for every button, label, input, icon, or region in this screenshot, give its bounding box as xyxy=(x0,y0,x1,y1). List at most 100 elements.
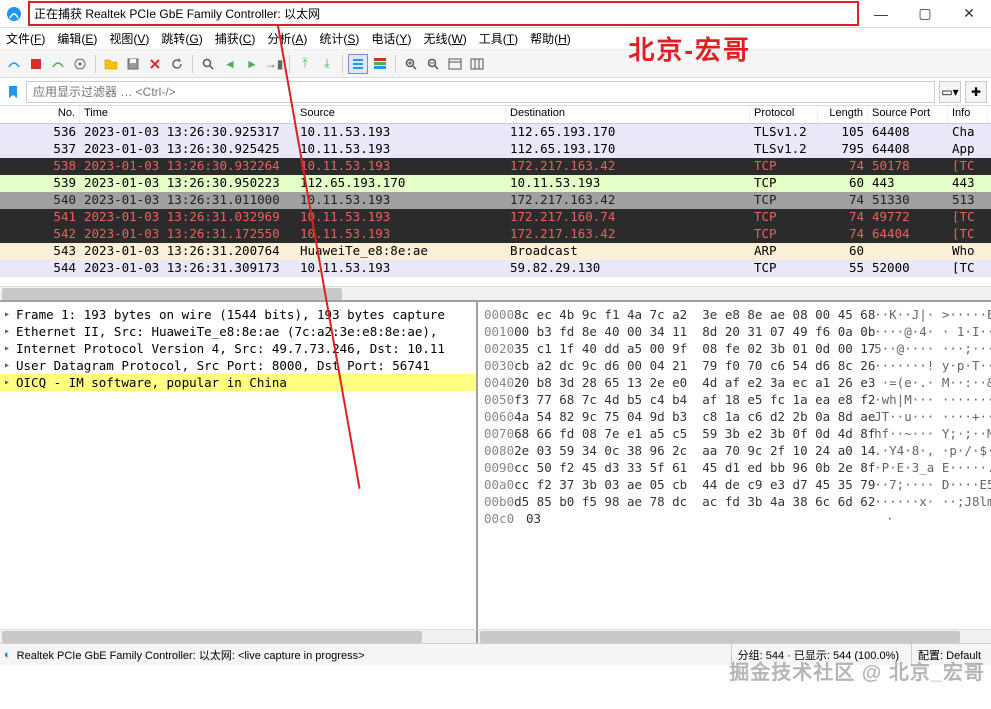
last-packet-icon[interactable]: ⤓ xyxy=(317,54,337,74)
hex-row[interactable]: 007068 66 fd 08 7e e1 a5 c5 59 3b e2 3b … xyxy=(484,425,985,442)
separator xyxy=(95,55,96,73)
packet-row[interactable]: 5392023-01-03 13:26:30.950223112.65.193.… xyxy=(0,175,991,192)
expand-icon[interactable]: ▸ xyxy=(4,343,16,354)
stop-capture-icon[interactable] xyxy=(26,54,46,74)
toolbar: ◄ ► →▮ ⤒ ⤓ xyxy=(0,50,991,78)
col-header-protocol[interactable]: Protocol xyxy=(750,106,818,123)
next-icon[interactable]: ► xyxy=(242,54,262,74)
menu-item[interactable]: 跳转(G) xyxy=(161,30,202,47)
minimize-button[interactable]: — xyxy=(859,0,903,28)
packet-bytes-pane[interactable]: 00008c ec 4b 9c f1 4a 7c a2 3e e8 8e ae … xyxy=(478,302,991,629)
expand-icon[interactable]: ▸ xyxy=(4,377,16,388)
menu-item[interactable]: 工具(T) xyxy=(479,30,518,47)
packet-row[interactable]: 5442023-01-03 13:26:31.30917310.11.53.19… xyxy=(0,260,991,277)
hex-row[interactable]: 00c003· xyxy=(484,510,985,527)
expand-icon[interactable]: ▸ xyxy=(4,360,16,371)
watermark-text: 北京-宏哥 xyxy=(628,30,751,67)
reload-icon[interactable] xyxy=(167,54,187,74)
close-file-icon[interactable] xyxy=(145,54,165,74)
hex-row[interactable]: 00008c ec 4b 9c f1 4a 7c a2 3e e8 8e ae … xyxy=(484,306,985,323)
save-file-icon[interactable] xyxy=(123,54,143,74)
tree-item[interactable]: ▸Internet Protocol Version 4, Src: 49.7.… xyxy=(0,340,476,357)
hex-row[interactable]: 00802e 03 59 34 0c 38 96 2c aa 70 9c 2f … xyxy=(484,442,985,459)
hex-row[interactable]: 0050f3 77 68 7c 4d b5 c4 b4 af 18 e5 fc … xyxy=(484,391,985,408)
goto-icon[interactable]: →▮ xyxy=(264,54,284,74)
col-header-no[interactable]: No. xyxy=(0,106,80,123)
separator xyxy=(289,55,290,73)
tree-item[interactable]: ▸User Datagram Protocol, Src Port: 8000,… xyxy=(0,357,476,374)
col-header-length[interactable]: Length xyxy=(818,106,868,123)
capture-options-icon[interactable] xyxy=(70,54,90,74)
close-button[interactable]: ✕ xyxy=(947,0,991,28)
filter-expression-button[interactable]: ▭▾ xyxy=(939,81,961,103)
col-header-source[interactable]: Source xyxy=(296,106,506,123)
hex-row[interactable]: 001000 b3 fd 8e 40 00 34 11 8d 20 31 07 … xyxy=(484,323,985,340)
zoom-in-icon[interactable] xyxy=(401,54,421,74)
colorize-icon[interactable] xyxy=(370,54,390,74)
app-icon xyxy=(6,6,22,22)
col-header-time[interactable]: Time xyxy=(80,106,296,123)
maximize-button[interactable]: ▢ xyxy=(903,0,947,28)
col-header-info[interactable]: Info xyxy=(948,106,988,123)
titlebar: 正在捕获 Realtek PCIe GbE Family Controller:… xyxy=(0,0,991,28)
expand-icon[interactable]: ▸ xyxy=(4,309,16,320)
expand-icon[interactable]: ▸ xyxy=(4,326,16,337)
col-header-source-port[interactable]: Source Port xyxy=(868,106,948,123)
packet-row[interactable]: 5362023-01-03 13:26:30.92531710.11.53.19… xyxy=(0,124,991,141)
col-header-destination[interactable]: Destination xyxy=(506,106,750,123)
bookmark-icon[interactable] xyxy=(4,83,22,101)
zoom-reset-icon[interactable] xyxy=(445,54,465,74)
tree-item[interactable]: ▸Ethernet II, Src: HuaweiTe_e8:8e:ae (7c… xyxy=(0,323,476,340)
menu-item[interactable]: 电话(Y) xyxy=(371,30,411,47)
menu-item[interactable]: 视图(V) xyxy=(109,30,149,47)
separator xyxy=(342,55,343,73)
menubar: 文件(F) 编辑(E) 视图(V) 跳转(G) 捕获(C) 分析(A) 统计(S) 电话(Y)… xyxy=(0,28,991,50)
zoom-out-icon[interactable] xyxy=(423,54,443,74)
packet-row[interactable]: 5372023-01-03 13:26:30.92542510.11.53.19… xyxy=(0,141,991,158)
menu-item[interactable]: 帮助(H) xyxy=(530,30,571,47)
prev-icon[interactable]: ◄ xyxy=(220,54,240,74)
start-capture-icon[interactable] xyxy=(4,54,24,74)
bottom-panes: ▸Frame 1: 193 bytes on wire (1544 bits),… xyxy=(0,302,991,629)
packet-row[interactable]: 5412023-01-03 13:26:31.03296910.11.53.19… xyxy=(0,209,991,226)
open-file-icon[interactable] xyxy=(101,54,121,74)
display-filter-input[interactable] xyxy=(26,81,935,103)
packet-row[interactable]: 5422023-01-03 13:26:31.17255010.11.53.19… xyxy=(0,226,991,243)
packet-details-pane[interactable]: ▸Frame 1: 193 bytes on wire (1544 bits),… xyxy=(0,302,478,629)
tree-item[interactable]: ▸OICQ - IM software, popular in China xyxy=(0,374,476,391)
tree-item[interactable]: ▸Frame 1: 193 bytes on wire (1544 bits),… xyxy=(0,306,476,323)
find-icon[interactable] xyxy=(198,54,218,74)
menu-item[interactable]: 分析(A) xyxy=(267,30,307,47)
watermark-footer: 掘金技术社区 @ 北京_宏哥 xyxy=(729,656,985,685)
packet-list-header[interactable]: No. Time Source Destination Protocol Len… xyxy=(0,106,991,124)
separator xyxy=(192,55,193,73)
menu-item[interactable]: 编辑(E) xyxy=(57,30,97,47)
separator xyxy=(395,55,396,73)
hex-row[interactable]: 0090cc 50 f2 45 d3 33 5f 61 45 d1 ed bb … xyxy=(484,459,985,476)
auto-scroll-icon[interactable] xyxy=(348,54,368,74)
hex-row[interactable]: 00b0d5 85 b0 f5 98 ae 78 dc ac fd 3b 4a … xyxy=(484,493,985,510)
menu-item[interactable]: 捕获(C) xyxy=(215,30,256,47)
menu-item[interactable]: 统计(S) xyxy=(319,30,359,47)
filter-bar: ▭▾ ✚ xyxy=(0,78,991,106)
hex-row[interactable]: 0030cb a2 dc 9c d6 00 04 21 79 f0 70 c6 … xyxy=(484,357,985,374)
menu-item[interactable]: 文件(F) xyxy=(6,30,45,47)
menu-item[interactable]: 无线(W) xyxy=(423,30,466,47)
hex-row[interactable]: 00a0cc f2 37 3b 03 ae 05 cb 44 de c9 e3 … xyxy=(484,476,985,493)
horizontal-scrollbar[interactable] xyxy=(0,286,991,300)
packet-row[interactable]: 5402023-01-03 13:26:31.01100010.11.53.19… xyxy=(0,192,991,209)
hex-row[interactable]: 00604a 54 82 9c 75 04 9d b3 c8 1a c6 d2 … xyxy=(484,408,985,425)
bytes-scrollbar[interactable] xyxy=(478,629,991,643)
packet-list-pane[interactable]: No. Time Source Destination Protocol Len… xyxy=(0,106,991,302)
packet-row[interactable]: 5382023-01-03 13:26:30.93226410.11.53.19… xyxy=(0,158,991,175)
hex-row[interactable]: 002035 c1 1f 40 dd a5 00 9f 08 fe 02 3b … xyxy=(484,340,985,357)
resize-columns-icon[interactable] xyxy=(467,54,487,74)
packet-row[interactable]: 5432023-01-03 13:26:31.200764HuaweiTe_e8… xyxy=(0,243,991,260)
filter-add-button[interactable]: ✚ xyxy=(965,81,987,103)
window-title: 正在捕获 Realtek PCIe GbE Family Controller:… xyxy=(28,1,859,26)
details-scrollbar[interactable] xyxy=(0,629,478,643)
status-interface: Realtek PCIe GbE Family Controller: 以太网:… xyxy=(17,647,365,663)
restart-capture-icon[interactable] xyxy=(48,54,68,74)
first-packet-icon[interactable]: ⤒ xyxy=(295,54,315,74)
hex-row[interactable]: 004020 b8 3d 28 65 13 2e e0 4d af e2 3a … xyxy=(484,374,985,391)
